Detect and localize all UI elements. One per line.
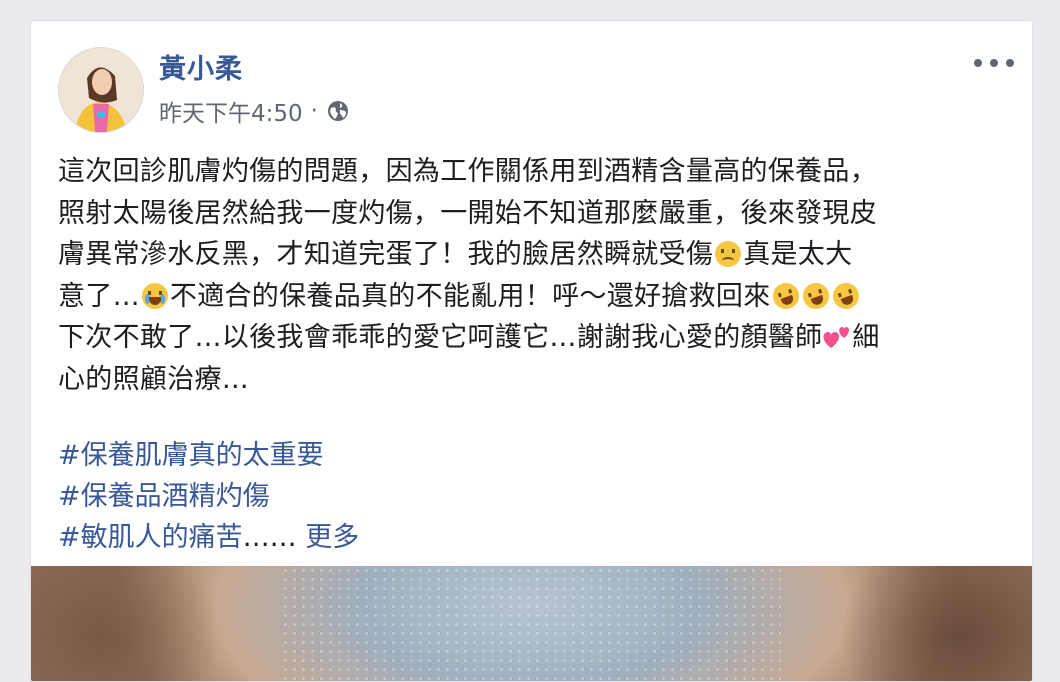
message-line: 膚異常滲水反黑，才知道完蛋了！我的臉居然瞬就受傷 真是太大: [58, 234, 1018, 276]
post-meta: 昨天下午4:50 ·: [159, 94, 350, 128]
hashtag-link[interactable]: #保養品酒精灼傷: [58, 481, 270, 512]
see-more-link[interactable]: 更多: [305, 522, 359, 553]
avatar-image: [59, 48, 143, 132]
more-options-button[interactable]: [974, 51, 1014, 75]
author-avatar[interactable]: [58, 47, 144, 133]
post-card: 黃小柔 昨天下午4:50 · 這次回診肌膚灼傷的問題，因為工作關係用到酒精含量高…: [30, 20, 1033, 682]
two-hearts-icon: [823, 327, 850, 348]
message-text: 意了…: [58, 280, 140, 312]
message-line: 照射太陽後居然給我一度灼傷，一開始不知道那麼嚴重，後來發現皮: [58, 193, 1018, 235]
message-line: 這次回診肌膚灼傷的問題，因為工作關係用到酒精含量高的保養品，: [58, 151, 1018, 193]
message-text: 下次不敢了…以後我會乖乖的愛它呵護它…謝謝我心愛的顏醫師: [58, 322, 823, 353]
truncation-ellipsis: ……: [242, 522, 297, 553]
crying-face-icon: [141, 282, 168, 309]
author-name[interactable]: 黃小柔: [159, 47, 243, 86]
hashtag-link[interactable]: #保養肌膚真的太重要: [58, 440, 324, 471]
message-text: 膚異常滲水反黑，才知道完蛋了！我的臉居然瞬就受傷: [58, 239, 714, 270]
more-icon-dot: [974, 59, 982, 67]
globe-icon[interactable]: [326, 99, 350, 123]
message-text: 照射太陽後居然給我一度灼傷，一開始不知道那麼嚴重，後來發現皮: [58, 197, 877, 229]
rolling-laughing-icon: [768, 278, 803, 313]
message-line: 意了… 不適合的保養品真的不能亂用！呼～還好搶救回來: [58, 276, 1018, 318]
message-text: 不適合的保養品真的不能亂用！呼～還好搶救回來: [169, 280, 771, 312]
more-icon-dot: [990, 59, 998, 67]
message-line: 下次不敢了…以後我會乖乖的愛它呵護它…謝謝我心愛的顏醫師細: [58, 317, 1018, 359]
meta-separator: ·: [310, 98, 318, 124]
message-text: 心的照顧治療…: [58, 363, 250, 395]
frowning-face-icon: [715, 241, 742, 267]
message-text: 細: [852, 322, 880, 353]
rolling-laughing-icon: [828, 278, 863, 313]
rolling-laughing-icon: [798, 278, 833, 313]
post-photo[interactable]: [31, 566, 1032, 681]
post-header: 黃小柔 昨天下午4:50 ·: [31, 21, 1032, 141]
hashtag-list: #保養肌膚真的太重要 #保養品酒精灼傷 #敏肌人的痛苦…… 更多: [58, 435, 359, 558]
post-timestamp[interactable]: 昨天下午4:50: [159, 94, 303, 128]
hashtag-link[interactable]: #敏肌人的痛苦: [58, 522, 243, 553]
post-message: 這次回診肌膚灼傷的問題，因為工作關係用到酒精含量高的保養品， 照射太陽後居然給我…: [58, 151, 1018, 400]
message-text: 真是太大: [743, 239, 853, 270]
more-icon-dot: [1006, 59, 1014, 67]
message-line: 心的照顧治療…: [58, 359, 1018, 401]
message-text: 這次回診肌膚灼傷的問題，因為工作關係用到酒精含量高的保養品，: [58, 156, 877, 187]
